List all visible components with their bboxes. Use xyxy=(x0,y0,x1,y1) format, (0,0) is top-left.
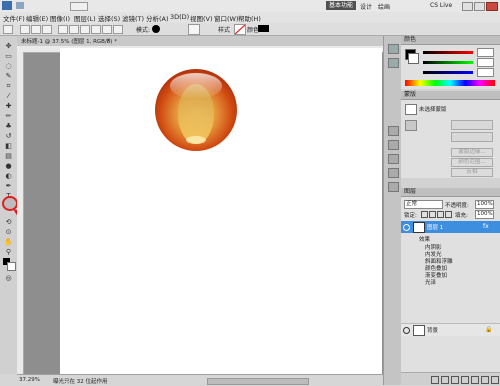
mask-status-label: 未选择蒙版 xyxy=(419,107,447,113)
panels-column: 颜色 蒙版 未选择蒙版 蒙版边缘... 颜色范围... 反相 图层 正常 不透明… xyxy=(401,36,500,385)
status-info: 曝光只在 32 位起作用 xyxy=(53,379,108,385)
actions-panel-icon[interactable] xyxy=(388,58,399,68)
add-style-icon[interactable] xyxy=(441,376,449,384)
color-panel xyxy=(401,45,500,89)
clone-source-panel-icon[interactable] xyxy=(388,182,399,192)
blue-value-field[interactable] xyxy=(477,68,494,77)
blend-mode-select[interactable]: 正常 xyxy=(404,200,443,209)
lock-icon: 🔒 xyxy=(485,326,493,333)
tab-masks[interactable]: 蒙版 xyxy=(401,91,500,100)
tab-color[interactable]: 颜色 xyxy=(401,36,500,45)
add-mask-icon[interactable] xyxy=(451,376,459,384)
mask-thumbnail xyxy=(405,104,417,115)
character-panel-icon[interactable] xyxy=(388,140,399,150)
vertical-ruler xyxy=(17,52,24,374)
lock-all-icon[interactable] xyxy=(445,211,452,218)
new-adjustment-icon[interactable] xyxy=(461,376,469,384)
lock-label: 锁定: xyxy=(404,213,417,219)
panel-dock-strip xyxy=(383,36,401,385)
opacity-field[interactable]: 100% xyxy=(475,200,494,209)
color-panel-background[interactable] xyxy=(408,53,419,64)
lock-transparent-icon[interactable] xyxy=(421,211,428,218)
canvas[interactable] xyxy=(60,48,382,374)
layer-thumbnail xyxy=(413,222,425,233)
visibility-eye-icon[interactable] xyxy=(403,224,410,231)
info-panel-icon[interactable] xyxy=(388,126,399,136)
new-layer-icon[interactable] xyxy=(481,376,489,384)
link-layers-icon[interactable] xyxy=(431,376,439,384)
tab-layers[interactable]: 图层 xyxy=(401,188,500,197)
layer-name[interactable]: 图层 1 xyxy=(427,223,443,231)
orb-artwork xyxy=(155,69,237,151)
background-thumbnail xyxy=(413,325,425,336)
fx-icon[interactable]: fx xyxy=(483,223,489,230)
zoom-readout[interactable]: 37.29% xyxy=(19,377,40,383)
layer-row-layer1[interactable]: 图层 1 fx xyxy=(401,221,500,233)
feather-field[interactable] xyxy=(451,132,493,142)
invert-button[interactable]: 反相 xyxy=(451,168,493,177)
red-slider[interactable] xyxy=(423,51,473,54)
fill-field[interactable]: 100% xyxy=(475,210,494,219)
green-value-field[interactable] xyxy=(477,58,494,67)
paragraph-panel-icon[interactable] xyxy=(388,154,399,164)
effects-label[interactable]: 效果 xyxy=(419,235,430,243)
new-group-icon[interactable] xyxy=(471,376,479,384)
lock-image-icon[interactable] xyxy=(429,211,436,218)
pixel-mask-button[interactable] xyxy=(405,120,417,131)
green-slider[interactable] xyxy=(423,61,473,64)
horizontal-scrollbar[interactable] xyxy=(207,378,309,385)
background-layer-name[interactable]: 背景 xyxy=(427,326,438,334)
delete-layer-icon[interactable] xyxy=(491,376,499,384)
mask-edge-button[interactable]: 蒙版边缘... xyxy=(451,148,493,157)
document-close-icon[interactable]: × xyxy=(106,37,111,44)
layer-row-background[interactable]: 背景 🔒 xyxy=(401,323,500,336)
background-visibility-eye-icon[interactable] xyxy=(403,327,410,334)
effect-satin[interactable]: 光泽 xyxy=(425,278,436,286)
layers-panel: 正常 不透明度: 100% 锁定: 填充: 100% 图层 1 fx 效果 内阴… xyxy=(401,197,500,385)
document-title: 未标题-1 @ 37.5% (图层 1, RGB/8) * xyxy=(21,39,117,45)
red-value-field[interactable] xyxy=(477,48,494,57)
brush-panel-icon[interactable] xyxy=(388,168,399,178)
layers-footer xyxy=(401,372,500,385)
opacity-label: 不透明度: xyxy=(445,203,469,209)
fill-label: 填充: xyxy=(455,213,468,219)
color-range-button[interactable]: 颜色范围... xyxy=(451,158,493,167)
blue-slider[interactable] xyxy=(423,71,473,74)
status-bar: 37.29% 曝光只在 32 位起作用 xyxy=(17,374,383,386)
history-panel-icon[interactable] xyxy=(388,44,399,54)
density-field[interactable] xyxy=(451,120,493,130)
masks-panel: 未选择蒙版 蒙版边缘... 颜色范围... 反相 xyxy=(401,100,500,178)
color-spectrum-bar[interactable] xyxy=(405,80,495,86)
lock-position-icon[interactable] xyxy=(437,211,444,218)
